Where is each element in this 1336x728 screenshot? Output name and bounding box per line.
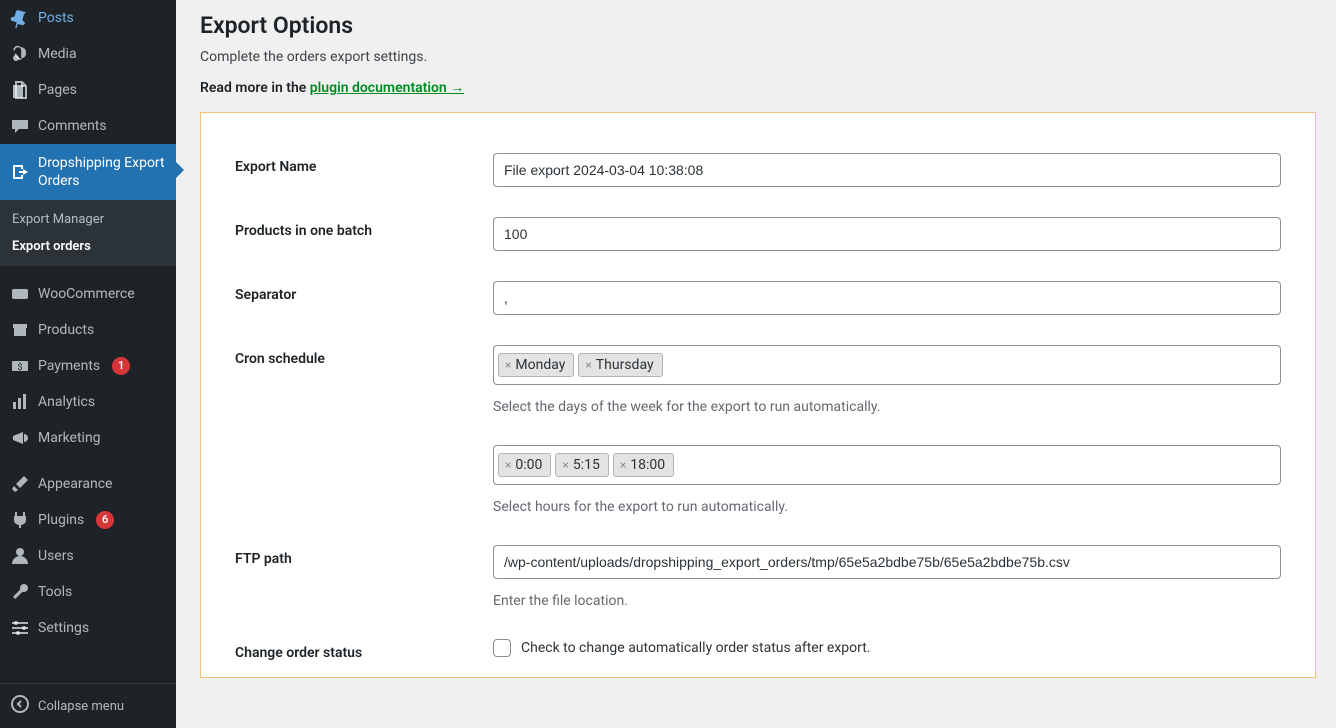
help-ftp: Enter the file location. xyxy=(493,593,1281,609)
help-cron-days: Select the days of the week for the expo… xyxy=(493,399,1281,415)
tag-hour-2[interactable]: ×18:00 xyxy=(613,453,674,477)
content-area: Export Options Complete the orders expor… xyxy=(176,0,1336,728)
sidebar-item-label: Products xyxy=(38,321,94,339)
label-separator: Separator xyxy=(235,281,493,303)
row-export-name: Export Name xyxy=(235,153,1281,187)
sidebar-item-payments[interactable]: $ Payments 1 xyxy=(0,348,176,384)
money-icon: $ xyxy=(10,356,30,376)
page-subtitle: Complete the orders export settings. xyxy=(200,43,1316,79)
remove-icon[interactable]: × xyxy=(562,458,568,472)
sidebar-item-appearance[interactable]: Appearance xyxy=(0,466,176,502)
sidebar-item-comments[interactable]: Comments xyxy=(0,108,176,144)
archive-icon xyxy=(10,320,30,340)
sidebar-item-dropshipping[interactable]: Dropshipping Export Orders xyxy=(0,144,176,200)
readmore: Read more in the plugin documentation → xyxy=(200,79,1316,112)
row-change-status: Change order status Check to change auto… xyxy=(235,639,1281,661)
input-ftp-path[interactable] xyxy=(493,545,1281,579)
submenu-export-orders[interactable]: Export orders xyxy=(0,233,176,260)
row-separator: Separator xyxy=(235,281,1281,315)
remove-icon[interactable]: × xyxy=(620,458,626,472)
input-export-name[interactable] xyxy=(493,153,1281,187)
row-cron-hours: ×0:00 ×5:15 ×18:00 Select hours for the … xyxy=(235,445,1281,515)
woocommerce-icon xyxy=(10,284,30,304)
sidebar-item-products[interactable]: Products xyxy=(0,312,176,348)
input-batch[interactable] xyxy=(493,217,1281,251)
tag-monday[interactable]: ×Monday xyxy=(498,353,574,377)
sidebar-item-plugins[interactable]: Plugins 6 xyxy=(0,502,176,538)
wrench-icon xyxy=(10,582,30,602)
sidebar-item-label: WooCommerce xyxy=(38,285,135,303)
remove-icon[interactable]: × xyxy=(585,358,591,372)
tag-hour-0[interactable]: ×0:00 xyxy=(498,453,551,477)
admin-sidebar: Posts Media Pages Comments Dropshipping xyxy=(0,0,176,728)
label-export-name: Export Name xyxy=(235,153,493,175)
sidebar-item-label: Settings xyxy=(38,619,89,637)
checkbox-change-status[interactable] xyxy=(493,639,511,657)
sidebar-item-label: Marketing xyxy=(38,429,101,447)
sidebar-item-pages[interactable]: Pages xyxy=(0,72,176,108)
help-cron-hours: Select hours for the export to run autom… xyxy=(493,499,1281,515)
sidebar-item-label: Analytics xyxy=(38,393,95,411)
submenu: Export Manager Export orders xyxy=(0,200,176,266)
cron-days-select[interactable]: ×Monday ×Thursday xyxy=(493,345,1281,385)
label-batch: Products in one batch xyxy=(235,217,493,239)
brush-icon xyxy=(10,474,30,494)
comment-icon xyxy=(10,116,30,136)
tag-hour-1[interactable]: ×5:15 xyxy=(555,453,608,477)
cron-hours-select[interactable]: ×0:00 ×5:15 ×18:00 xyxy=(493,445,1281,485)
sidebar-item-label: Payments xyxy=(38,357,100,375)
sidebar-item-label: Appearance xyxy=(38,475,112,493)
settings-panel: Export Name Products in one batch Separa… xyxy=(200,112,1316,678)
sidebar-item-label: Plugins xyxy=(38,511,84,529)
sidebar-item-label: Comments xyxy=(38,117,107,135)
label-cron: Cron schedule xyxy=(235,345,493,367)
plug-icon xyxy=(10,510,30,530)
sidebar-item-analytics[interactable]: Analytics xyxy=(0,384,176,420)
plugins-badge: 6 xyxy=(96,511,114,529)
media-icon xyxy=(10,44,30,64)
sidebar-item-settings[interactable]: Settings xyxy=(0,610,176,646)
collapse-icon xyxy=(10,694,30,718)
megaphone-icon xyxy=(10,428,30,448)
sidebar-item-label: Pages xyxy=(38,81,77,99)
remove-icon[interactable]: × xyxy=(505,458,511,472)
sidebar-item-label: Dropshipping Export Orders xyxy=(38,154,168,190)
sidebar-item-marketing[interactable]: Marketing xyxy=(0,420,176,456)
export-icon xyxy=(10,162,30,182)
sidebar-item-posts[interactable]: Posts xyxy=(0,0,176,36)
submenu-export-manager[interactable]: Export Manager xyxy=(0,206,176,233)
row-batch: Products in one batch xyxy=(235,217,1281,251)
payments-badge: 1 xyxy=(112,357,130,375)
chart-icon xyxy=(10,392,30,412)
svg-text:$: $ xyxy=(17,362,22,373)
page-title: Export Options xyxy=(200,0,1316,43)
sidebar-item-tools[interactable]: Tools xyxy=(0,574,176,610)
sidebar-item-woocommerce[interactable]: WooCommerce xyxy=(0,276,176,312)
input-separator[interactable] xyxy=(493,281,1281,315)
sidebar-item-users[interactable]: Users xyxy=(0,538,176,574)
sidebar-item-label: Media xyxy=(38,45,77,63)
sidebar-item-label: Users xyxy=(38,547,74,565)
remove-icon[interactable]: × xyxy=(505,358,511,372)
row-cron-days: Cron schedule ×Monday ×Thursday Select t… xyxy=(235,345,1281,415)
settings-icon xyxy=(10,618,30,638)
sidebar-item-media[interactable]: Media xyxy=(0,36,176,72)
sidebar-item-label: Tools xyxy=(38,583,72,601)
checkbox-label-change-status: Check to change automatically order stat… xyxy=(521,640,871,656)
sidebar-item-label: Posts xyxy=(38,9,74,27)
row-ftp: FTP path Enter the file location. xyxy=(235,545,1281,609)
doc-link[interactable]: plugin documentation → xyxy=(310,80,464,96)
collapse-menu[interactable]: Collapse menu xyxy=(0,683,176,728)
label-ftp: FTP path xyxy=(235,545,493,567)
pages-icon xyxy=(10,80,30,100)
collapse-label: Collapse menu xyxy=(38,699,124,714)
tag-thursday[interactable]: ×Thursday xyxy=(578,353,662,377)
pin-icon xyxy=(10,8,30,28)
label-change-status: Change order status xyxy=(235,639,493,661)
user-icon xyxy=(10,546,30,566)
